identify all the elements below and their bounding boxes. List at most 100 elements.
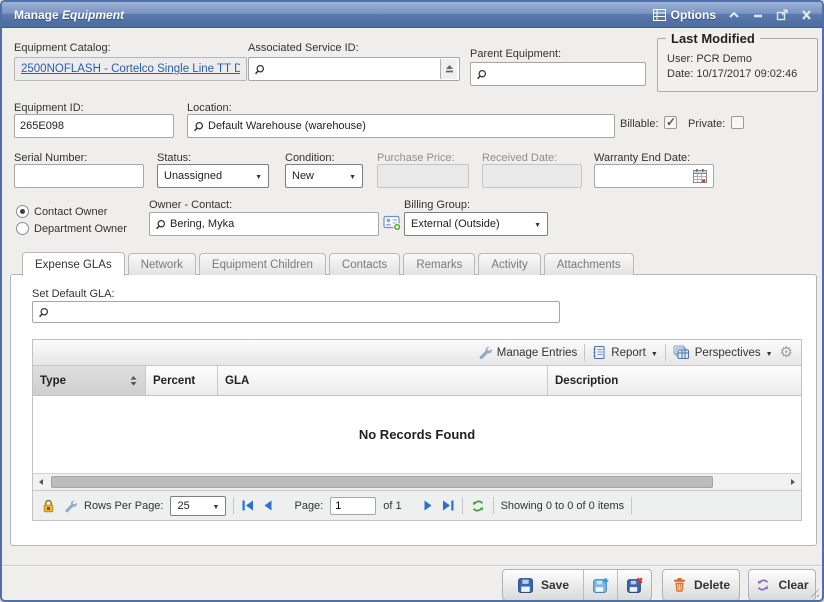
- manage-equipment-window: Manage Equipment Options Eq: [0, 0, 824, 602]
- settings-gear-icon[interactable]: ⚙: [780, 345, 793, 360]
- column-header-percent[interactable]: Percent: [146, 366, 218, 395]
- title-bar: Manage Equipment Options: [2, 2, 822, 28]
- received-date-field: [482, 164, 582, 188]
- next-page-icon[interactable]: [423, 499, 434, 512]
- first-page-icon[interactable]: [241, 499, 255, 512]
- floppy-icon: [517, 577, 534, 594]
- perspectives-button[interactable]: Perspectives: [673, 345, 773, 360]
- location-field: [187, 114, 615, 138]
- previous-page-icon[interactable]: [262, 499, 273, 512]
- column-header-description[interactable]: Description: [548, 366, 801, 395]
- tab-network[interactable]: Network: [128, 253, 196, 275]
- tab-contacts[interactable]: Contacts: [329, 253, 400, 275]
- minimize-icon[interactable]: [752, 10, 764, 20]
- grid-body: No Records Found: [33, 396, 801, 473]
- contact-owner-label: Contact Owner: [34, 206, 107, 218]
- tab-expense-glas[interactable]: Expense GLAs: [22, 252, 125, 276]
- warranty-end-date-input[interactable]: [600, 170, 688, 182]
- column-header-type[interactable]: Type: [33, 366, 146, 395]
- popout-icon[interactable]: [776, 9, 789, 21]
- scrollbar-thumb[interactable]: [51, 476, 713, 488]
- warranty-end-date-label: Warranty End Date:: [594, 152, 690, 164]
- equipment-catalog-link[interactable]: 2500NOFLASH - Cortelco Single Line TT D.…: [21, 63, 240, 75]
- serial-number-field: [14, 164, 144, 188]
- serial-number-input[interactable]: [20, 170, 138, 182]
- floppy-x-icon: [626, 577, 643, 594]
- collapse-icon[interactable]: [728, 10, 740, 20]
- tab-activity[interactable]: Activity: [478, 253, 540, 275]
- grid-toolbar: Manage Entries Report Perspectives ⚙: [33, 340, 801, 366]
- owner-contact-input[interactable]: [170, 218, 373, 230]
- set-default-gla-field: [32, 301, 560, 323]
- owner-contact-field: [149, 212, 379, 236]
- delete-button[interactable]: Delete: [662, 569, 740, 601]
- tab-remarks[interactable]: Remarks: [403, 253, 475, 275]
- scroll-right-icon[interactable]: [785, 474, 801, 490]
- status-select[interactable]: Unassigned: [157, 164, 269, 188]
- billing-group-select[interactable]: External (Outside): [404, 212, 548, 236]
- tab-equipment-children[interactable]: Equipment Children: [199, 253, 326, 275]
- chevron-down-icon: [255, 170, 262, 182]
- service-picker-icon[interactable]: [440, 59, 457, 79]
- status-value: Unassigned: [164, 170, 222, 182]
- warranty-end-date-field: [594, 164, 714, 188]
- save-and-close-button[interactable]: [617, 570, 651, 600]
- close-icon[interactable]: [801, 10, 812, 20]
- private-checkbox[interactable]: [731, 116, 744, 129]
- last-modified-legend: Last Modified: [666, 31, 760, 46]
- purchase-price-field: [377, 164, 469, 188]
- tab-attachments[interactable]: Attachments: [544, 253, 634, 275]
- contact-owner-radio[interactable]: [16, 205, 29, 218]
- parent-equipment-input[interactable]: [491, 68, 640, 80]
- location-input[interactable]: [208, 120, 609, 132]
- rows-per-page-select[interactable]: 25: [170, 496, 226, 516]
- set-default-gla-label: Set Default GLA:: [32, 288, 115, 300]
- last-modified-user: User: PCR Demo: [667, 53, 817, 65]
- report-button[interactable]: Report: [592, 345, 657, 360]
- equipment-id-input[interactable]: [20, 120, 168, 132]
- associated-service-id-input[interactable]: [269, 63, 436, 75]
- received-date-input: [488, 170, 576, 182]
- condition-label: Condition:: [285, 152, 335, 164]
- associated-service-id-field: [248, 57, 460, 81]
- pager-separator: [233, 497, 234, 514]
- set-default-gla-input[interactable]: [53, 306, 554, 318]
- save-and-add-button[interactable]: [583, 570, 617, 600]
- toolbar-separator: [584, 344, 585, 361]
- wrench-icon[interactable]: [63, 499, 77, 513]
- refresh-icon[interactable]: [470, 499, 486, 513]
- lock-icon[interactable]: [41, 498, 56, 514]
- condition-select[interactable]: New: [285, 164, 363, 188]
- clear-button[interactable]: Clear: [748, 569, 816, 601]
- scroll-left-icon[interactable]: [33, 474, 49, 490]
- window-title-emphasis: Equipment: [62, 8, 124, 22]
- save-button[interactable]: Save: [503, 570, 583, 600]
- showing-items-text: Showing 0 to 0 of 0 items: [501, 500, 625, 512]
- pager-separator: [493, 497, 494, 514]
- associated-service-id-label: Associated Service ID:: [248, 42, 359, 54]
- page-label: Page:: [294, 500, 323, 512]
- add-contact-icon[interactable]: [383, 214, 402, 232]
- parent-equipment-field: [470, 62, 646, 86]
- toolbar-separator: [665, 344, 666, 361]
- parent-equipment-label: Parent Equipment:: [470, 48, 561, 60]
- department-owner-radio[interactable]: [16, 222, 29, 235]
- billable-checkbox[interactable]: [664, 116, 677, 129]
- manage-entries-button[interactable]: Manage Entries: [477, 345, 578, 360]
- search-icon: [155, 219, 166, 230]
- rows-per-page-label: Rows Per Page:: [84, 500, 163, 512]
- billing-group-value: External (Outside): [411, 218, 500, 230]
- sort-icon[interactable]: [129, 375, 138, 387]
- billing-group-label: Billing Group:: [404, 199, 470, 211]
- pager-separator: [631, 497, 632, 514]
- horizontal-scrollbar[interactable]: [33, 473, 801, 490]
- column-header-gla[interactable]: GLA: [218, 366, 548, 395]
- serial-number-label: Serial Number:: [14, 152, 87, 164]
- owner-contact-label: Owner - Contact:: [149, 199, 232, 211]
- page-input[interactable]: [330, 497, 376, 515]
- clear-arrows-icon: [755, 578, 771, 592]
- calendar-icon[interactable]: [692, 168, 708, 184]
- chevron-down-icon: [213, 500, 220, 512]
- last-page-icon[interactable]: [441, 499, 455, 512]
- options-button[interactable]: Options: [653, 8, 716, 22]
